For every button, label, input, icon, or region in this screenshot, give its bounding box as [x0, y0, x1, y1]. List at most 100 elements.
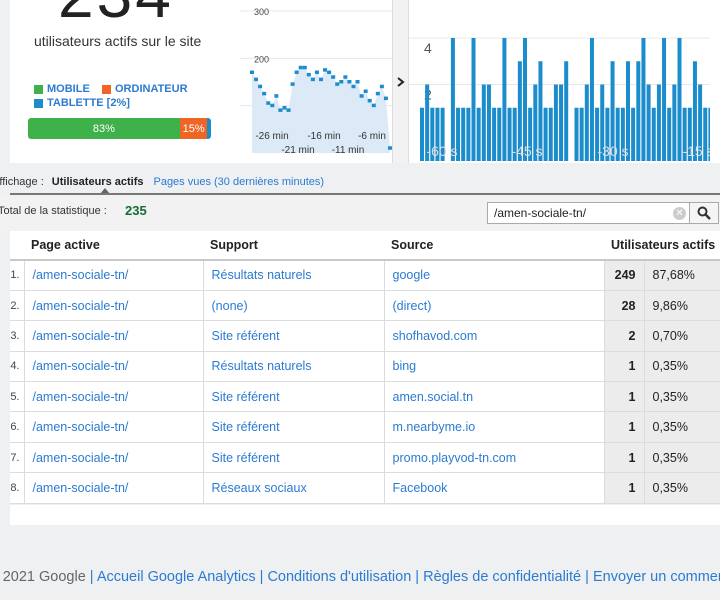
footer-link-terms[interactable]: Conditions d'utilisation [267, 569, 411, 585]
data-point [359, 94, 364, 98]
column-header-active-users[interactable]: Utilisateurs actifs [604, 231, 720, 261]
data-point [331, 75, 336, 79]
row-support-link[interactable]: Résultats naturels [203, 351, 385, 383]
x-tick-label: -11 min [332, 145, 365, 156]
footer-copyright: © 2021 Google [0, 569, 86, 585]
data-point [383, 96, 388, 101]
footer-sep: | [259, 569, 264, 585]
x-tick-label: -16 min [307, 131, 340, 142]
data-point [258, 84, 263, 89]
row-page-link[interactable]: /amen-sociale-tn/ [24, 320, 204, 352]
column-header-support[interactable]: Support [203, 231, 384, 261]
chevron-right-icon[interactable] [392, 0, 409, 163]
row-page-link[interactable]: /amen-sociale-tn/ [24, 260, 204, 291]
row-page-link[interactable]: /amen-sociale-tn/ [24, 381, 204, 413]
row-index: 6. [10, 411, 25, 443]
active-users-count: 234 [58, 0, 174, 32]
data-point [319, 77, 323, 82]
search-button[interactable] [689, 202, 719, 224]
row-count: 2 [604, 320, 645, 352]
clear-icon[interactable]: ✕ [673, 207, 686, 220]
footer: © 2021 Google | Accueil Google Analytics… [0, 568, 720, 587]
row-support-link[interactable]: Résultats naturels [203, 260, 385, 291]
row-support-link[interactable]: Site référent [203, 411, 385, 443]
row-source-link[interactable]: m.nearbyme.io [384, 411, 605, 443]
data-point [375, 91, 380, 96]
row-source-link[interactable]: google [384, 260, 605, 291]
minutes-line-chart: 300200100-26 min-16 min-6 min-21 min-11 … [240, 0, 392, 163]
data-point [371, 103, 376, 108]
row-support-link[interactable]: (none) [203, 290, 385, 322]
table-row: 5./amen-sociale-tn/Site référent amen.soc… [10, 381, 720, 413]
search-input[interactable]: /amen-sociale-tn/ ✕ [487, 202, 693, 224]
row-index: 7. [10, 442, 25, 474]
row-support-link[interactable]: Site référent [203, 442, 385, 474]
footer-sep: | [415, 569, 420, 585]
data-point [327, 70, 332, 75]
row-count: 28 [604, 290, 645, 322]
footer-link-home[interactable]: Accueil Google Analytics [97, 569, 256, 585]
row-support-link[interactable]: Réseaux sociaux [203, 472, 385, 504]
active-users-caption: utilisateurs actifs sur le site [34, 33, 202, 49]
legend-label: ORDINATEUR [115, 83, 188, 95]
row-page-link[interactable]: /amen-sociale-tn/ [24, 411, 204, 443]
data-point [286, 108, 291, 112]
data-point [250, 70, 254, 75]
row-page-link[interactable]: /amen-sociale-tn/ [24, 442, 204, 474]
row-source-link[interactable]: promo.playvod-tn.com [384, 442, 605, 474]
tab-page-views[interactable]: Pages vues (30 dernières minutes) [153, 176, 324, 188]
row-count: 1 [604, 472, 645, 504]
legend-tablet: TABLETTE [2%] [34, 97, 130, 109]
row-page-link[interactable]: /amen-sociale-tn/ [24, 351, 204, 383]
stat-value: 235 [125, 203, 147, 218]
footer-link-feedback[interactable]: Envoyer un commentaire [593, 569, 720, 585]
row-page-link[interactable]: /amen-sociale-tn/ [24, 290, 204, 322]
row-source-link[interactable]: shofhavod.com [384, 320, 605, 352]
data-point [278, 108, 283, 112]
row-index: 5. [10, 381, 25, 413]
row-source-link[interactable]: amen.social.tn [384, 381, 605, 413]
x-tick-label: -21 min [281, 145, 314, 156]
data-point [270, 103, 275, 108]
row-support-link[interactable]: Site référent [203, 320, 385, 352]
row-count: 1 [604, 442, 645, 474]
tab-active-users[interactable]: Utilisateurs actifs [52, 176, 144, 188]
data-point [323, 68, 328, 72]
seconds-bar-chart: 42-60 s-45 s-30 s-15 s [409, 0, 710, 163]
data-point [306, 72, 311, 77]
footer-link-privacy[interactable]: Règles de confidentialité [423, 569, 581, 585]
footer-sep: | [585, 569, 589, 585]
legend-swatch [102, 84, 111, 94]
row-support-link[interactable]: Site référent [203, 381, 385, 413]
row-source-link[interactable]: Facebook [384, 472, 605, 504]
y-tick-label: 300 [254, 7, 269, 17]
legend-swatch [34, 84, 43, 94]
x-tick-label: -15 s [682, 143, 710, 159]
column-header-page[interactable]: Page active [24, 231, 203, 261]
search-icon [697, 206, 711, 220]
data-point [379, 84, 384, 89]
data-point [339, 80, 344, 84]
data-point [355, 80, 360, 84]
data-point [347, 80, 352, 84]
stat-bar: Total de la statistique : 235 /amen-soci… [0, 195, 720, 231]
row-count: 249 [604, 260, 645, 291]
stat-label: Total de la statistique : [0, 205, 107, 217]
data-point [335, 82, 340, 86]
row-source-link[interactable]: (direct) [384, 290, 605, 322]
row-page-link[interactable]: /amen-sociale-tn/ [24, 472, 204, 504]
row-source-link[interactable]: bing [384, 351, 605, 383]
x-tick-label: -60 s [426, 143, 457, 159]
table-row: 3./amen-sociale-tn/Site référent shofhavo… [10, 320, 720, 352]
column-header-source[interactable]: Source [384, 231, 604, 261]
results-table: Page active Support Source Utilisateurs … [10, 231, 720, 504]
data-point [298, 65, 303, 70]
data-point [363, 89, 368, 93]
data-point [351, 84, 356, 89]
x-tick-label: -45 s [511, 143, 542, 159]
device-split-bar: 83% 15% [28, 118, 211, 139]
table-footer-space [10, 505, 720, 525]
data-point [343, 75, 348, 79]
legend-label: TABLETTE [2%] [47, 97, 130, 109]
row-percent: 0,35% [644, 351, 720, 383]
